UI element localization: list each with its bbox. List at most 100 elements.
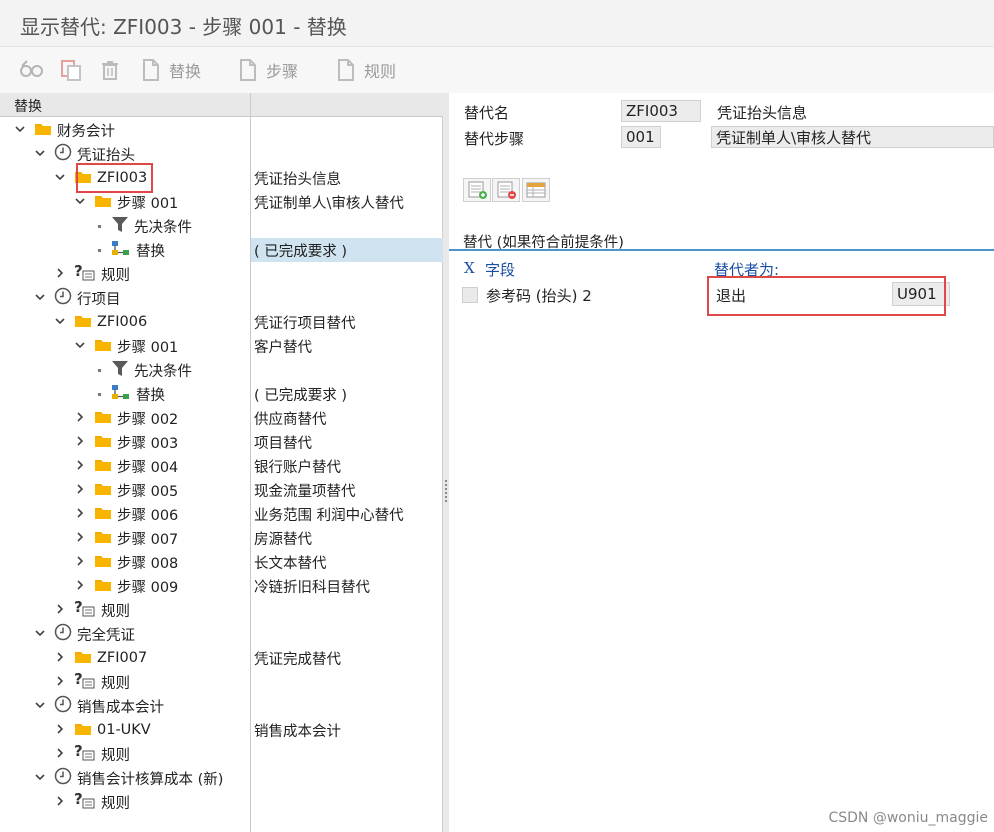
copy-button[interactable] — [59, 56, 83, 84]
tree-node: 行项目 — [34, 286, 121, 310]
chevron-right-icon[interactable] — [54, 723, 68, 737]
select-fields-button[interactable] — [522, 178, 550, 202]
chevron-right-icon[interactable] — [74, 555, 88, 569]
tree-node-label: 步骤 008 — [117, 555, 179, 572]
chevron-down-icon[interactable] — [74, 195, 88, 209]
tree-row[interactable]: ? 规则 — [0, 262, 443, 286]
chevron-down-icon[interactable] — [74, 339, 88, 353]
tree-node: ZFI007 — [54, 646, 147, 670]
tree-node-label: 步骤 002 — [117, 411, 179, 428]
substitution-step-field[interactable]: 001 — [621, 126, 661, 148]
tree-row[interactable]: 销售会计核算成本 (新) — [0, 766, 443, 790]
chevron-right-icon[interactable] — [74, 531, 88, 545]
tree-row[interactable]: ? 规则 — [0, 670, 443, 694]
step-button[interactable]: 步骤 — [238, 56, 298, 84]
chevron-down-icon[interactable] — [34, 291, 48, 305]
tree-row[interactable]: 步骤 002 供应商替代 — [0, 406, 443, 430]
tree-row[interactable]: 销售成本会计 — [0, 694, 443, 718]
substitution-name-description: 凭证抬头信息 — [717, 104, 808, 122]
tree-row[interactable]: ZFI007 凭证完成替代 — [0, 646, 443, 670]
chevron-down-icon[interactable] — [34, 627, 48, 641]
substitution-step-label: 替代步骤 — [464, 130, 525, 148]
insert-row-button[interactable] — [463, 178, 491, 202]
chevron-down-icon[interactable] — [34, 771, 48, 785]
tree-row[interactable]: 步骤 009 冷链折旧科目替代 — [0, 574, 443, 598]
chevron-right-icon[interactable] — [54, 603, 68, 617]
chevron-right-icon[interactable] — [54, 675, 68, 689]
field-select-checkbox[interactable] — [462, 287, 478, 303]
tree-row[interactable]: 01-UKV 销售成本会计 — [0, 718, 443, 742]
svg-text:?: ? — [74, 671, 83, 688]
chevron-right-icon[interactable] — [74, 459, 88, 473]
chevron-down-icon[interactable] — [34, 147, 48, 161]
tree-leaf-dot — [98, 224, 101, 228]
tree-row[interactable]: 步骤 003 项目替代 — [0, 430, 443, 454]
tree-node-label: 步骤 001 — [117, 339, 179, 356]
tree-node-description: 凭证完成替代 — [254, 651, 341, 668]
chevron-right-icon[interactable] — [54, 795, 68, 809]
tree-node-label: ZFI007 — [97, 650, 148, 666]
splitter-grip[interactable] — [445, 480, 447, 504]
delete-button[interactable] — [98, 56, 122, 84]
chevron-down-icon[interactable] — [54, 315, 68, 329]
tree-row[interactable]: 步骤 005 现金流量项替代 — [0, 478, 443, 502]
tree-node-label: 01-UKV — [97, 722, 151, 738]
tree-node-label: 先决条件 — [134, 219, 192, 236]
tree-row[interactable]: ZFI006 凭证行项目替代 — [0, 310, 443, 334]
tree-node-description: 项目替代 — [254, 435, 312, 452]
tree-row[interactable]: 替换 ( 已完成要求 ) — [0, 382, 443, 406]
tree-row[interactable]: 步骤 008 长文本替代 — [0, 550, 443, 574]
chevron-right-icon[interactable] — [54, 267, 68, 281]
tree-node-label: 替换 — [136, 243, 165, 260]
field-column-header: 字段 — [485, 261, 516, 279]
chevron-down-icon[interactable] — [34, 699, 48, 713]
csdn-watermark: CSDN @woniu_maggie — [828, 810, 988, 826]
tree-node-description: 银行账户替代 — [254, 459, 341, 476]
tree-row[interactable]: 步骤 001 凭证制单人\审核人替代 — [0, 190, 443, 214]
substitution-name-field[interactable]: ZFI003 — [621, 100, 701, 122]
table-icon — [526, 182, 546, 198]
tree-row[interactable]: ? 规则 — [0, 790, 443, 814]
tree-node-label: 行项目 — [77, 291, 121, 308]
tree-row[interactable]: 财务会计 — [0, 118, 443, 142]
chevron-down-icon[interactable] — [54, 171, 68, 185]
title-bar: 显示替代: ZFI003 - 步骤 001 - 替换 — [0, 0, 994, 47]
chevron-down-icon[interactable] — [14, 123, 28, 137]
tree-row[interactable]: 先决条件 — [0, 214, 443, 238]
chevron-right-icon[interactable] — [74, 411, 88, 425]
tree-row[interactable]: 步骤 006 业务范围 利润中心替代 — [0, 502, 443, 526]
substitution-button[interactable]: 替换 — [141, 56, 201, 84]
tree-row[interactable]: ? 规则 — [0, 598, 443, 622]
tree-node: ? 规则 — [54, 262, 130, 286]
folder-icon — [94, 457, 112, 476]
tree-row[interactable]: 替换 ( 已完成要求 ) — [0, 238, 443, 262]
tree-row[interactable]: 先决条件 — [0, 358, 443, 382]
tree-row[interactable]: 步骤 001 客户替代 — [0, 334, 443, 358]
svg-text:?: ? — [74, 599, 83, 616]
tree-row[interactable]: 步骤 007 房源替代 — [0, 526, 443, 550]
chevron-right-icon[interactable] — [74, 435, 88, 449]
chevron-right-icon[interactable] — [74, 579, 88, 593]
rule-button[interactable]: 规则 — [336, 56, 396, 84]
tree-node-description: 凭证抬头信息 — [254, 171, 341, 188]
chevron-right-icon[interactable] — [54, 747, 68, 761]
tree-row[interactable]: ZFI003 凭证抬头信息 — [0, 166, 443, 190]
tree-row[interactable]: 步骤 004 银行账户替代 — [0, 454, 443, 478]
tree-node: 步骤 007 — [74, 526, 178, 550]
chevron-right-icon[interactable] — [74, 507, 88, 521]
tree-node: ? 规则 — [54, 790, 130, 814]
display-change-button[interactable] — [18, 56, 44, 84]
delete-row-button[interactable] — [492, 178, 520, 202]
tree-node-description: 供应商替代 — [254, 411, 327, 428]
substitution-button-label: 替换 — [169, 62, 202, 81]
tree-row[interactable]: 行项目 — [0, 286, 443, 310]
tree-node-label: 销售成本会计 — [77, 699, 164, 716]
tree-node-label: 替换 — [136, 387, 165, 404]
chevron-right-icon[interactable] — [54, 651, 68, 665]
chevron-right-icon[interactable] — [74, 483, 88, 497]
tree-row[interactable]: 完全凭证 — [0, 622, 443, 646]
substitution-step-description[interactable]: 凭证制单人\审核人替代 — [711, 126, 994, 148]
tree-row[interactable]: 凭证抬头 — [0, 142, 443, 166]
tree-row[interactable]: ? 规则 — [0, 742, 443, 766]
tree-node-label: 步骤 007 — [117, 531, 179, 548]
